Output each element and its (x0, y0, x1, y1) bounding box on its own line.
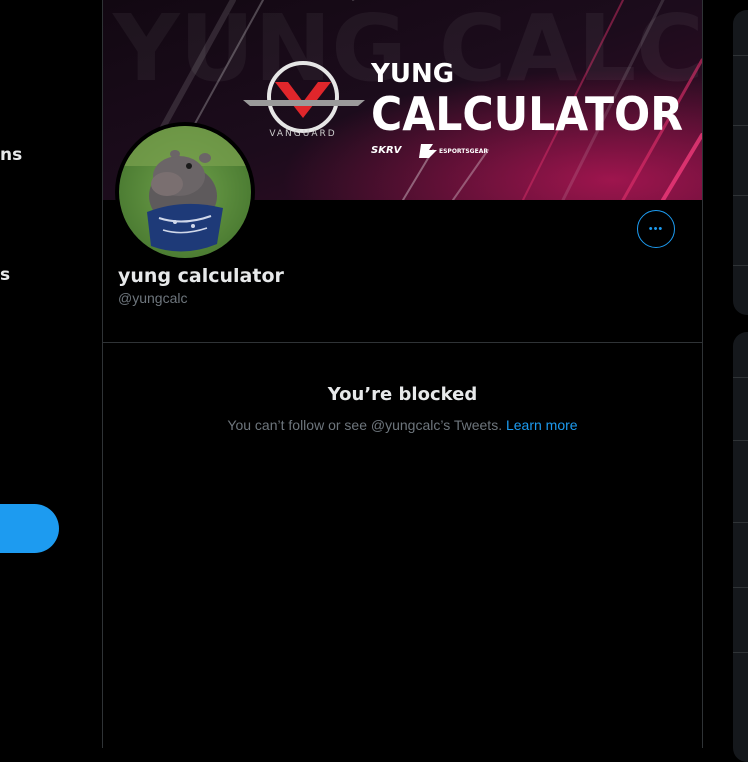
more-options-button[interactable]: ••• (637, 210, 675, 248)
more-icon: ••• (648, 222, 664, 235)
sidebar-card (733, 332, 748, 762)
left-navigation: ns s (0, 0, 102, 748)
divider (103, 342, 702, 343)
profile-display-name: yung calculator (118, 265, 284, 287)
avatar[interactable] (115, 122, 255, 262)
avatar-image (119, 126, 251, 258)
banner-title-line2: CALCULATOR (371, 87, 683, 141)
svg-text:VANGUARD: VANGUARD (269, 129, 336, 139)
learn-more-link[interactable]: Learn more (506, 417, 578, 433)
banner-title-line1: YUNG (370, 59, 454, 89)
blocked-title: You’re blocked (327, 384, 478, 405)
nav-item-notifications[interactable]: ns (0, 145, 22, 165)
nav-item-lists[interactable]: s (0, 265, 10, 285)
nav-item-label: ns (0, 145, 23, 165)
blocked-message: You can’t follow or see @yungcalc’s Twee… (103, 417, 702, 433)
nav-item-label: s (0, 265, 11, 285)
sponsor-skrv: SKRV (371, 145, 403, 156)
sponsor-esportsgear: ESPORTSGEAR (439, 148, 488, 155)
profile-handle: @yungcalc (118, 290, 188, 306)
tweet-button[interactable] (0, 504, 59, 553)
blocked-message-text: You can’t follow or see @yungcalc’s Twee… (227, 417, 506, 433)
right-sidebar (733, 0, 748, 762)
sidebar-card (733, 10, 748, 315)
profile-column: YUNG CALCULATOR VANGUARD YUNG (102, 0, 703, 748)
